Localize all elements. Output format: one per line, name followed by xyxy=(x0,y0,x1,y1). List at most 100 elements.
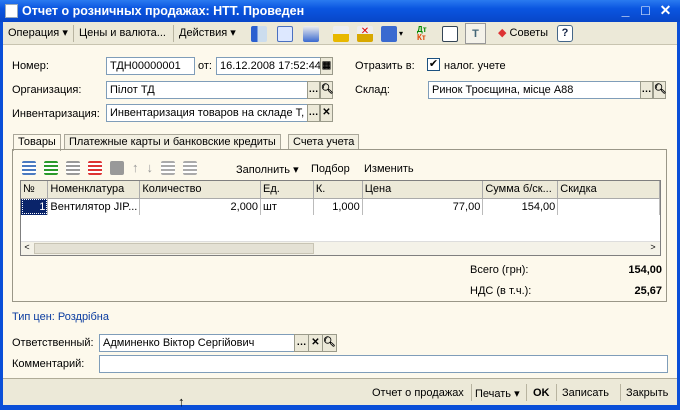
number-field[interactable]: ТДН00000001 xyxy=(106,57,195,75)
table-cell[interactable]: 1 xyxy=(21,198,49,215)
column-header[interactable]: Скидка xyxy=(557,181,660,199)
fill-label: Заполнить xyxy=(236,164,291,176)
column-header[interactable]: К. xyxy=(313,181,363,199)
edit-row-icon[interactable] xyxy=(66,161,80,175)
copy-row-icon[interactable] xyxy=(44,161,58,175)
scroll-right-button[interactable]: > xyxy=(647,242,659,255)
journal-icon[interactable] xyxy=(442,26,458,42)
prices-button[interactable]: Цены и валюта... xyxy=(76,25,169,42)
organization-search-icon[interactable]: 🔍︎ xyxy=(320,81,334,99)
table-cell[interactable]: 2,000 xyxy=(139,198,262,215)
operation-label: Операция xyxy=(8,27,60,39)
table-cell[interactable]: 1,000 xyxy=(313,198,363,215)
advice-label: Советы xyxy=(509,27,549,39)
organization-select-button[interactable]: … xyxy=(307,81,320,99)
selection-button[interactable]: Подбор xyxy=(311,163,350,175)
dt-kt-icon[interactable]: Дт Кт xyxy=(417,26,427,42)
print-menu[interactable]: Печать ▾ xyxy=(475,387,520,400)
mouse-cursor-icon: ↑ xyxy=(178,394,185,409)
responsible-search-icon[interactable]: 🔍︎ xyxy=(322,334,337,352)
table-cell[interactable]: 77,00 xyxy=(362,198,484,215)
column-header[interactable]: Номенклатура xyxy=(47,181,141,199)
responsible-field[interactable]: Админенко Віктор Сергійович xyxy=(99,334,295,352)
structure-icon[interactable]: T xyxy=(465,23,486,44)
delete-row-icon[interactable] xyxy=(88,161,102,175)
scroll-left-button[interactable]: < xyxy=(21,242,33,255)
tab-payment-cards[interactable]: Платежные карты и банковские кредиты xyxy=(64,134,281,150)
inventory-select-button[interactable]: … xyxy=(307,104,320,122)
dropdown-icon[interactable]: ▾ xyxy=(399,29,403,38)
column-header[interactable]: № xyxy=(21,181,49,199)
calendar-button[interactable]: ▦ xyxy=(320,57,333,75)
responsible-select-button[interactable]: … xyxy=(294,334,309,352)
warehouse-label: Склад: xyxy=(355,84,390,96)
advice-icon: ◆ xyxy=(498,27,507,39)
tab-accounts[interactable]: Счета учета xyxy=(288,134,360,150)
table-cell[interactable] xyxy=(557,198,660,215)
bottom-bar: Отчет о продажах Печать ▾ OK Записать За… xyxy=(3,378,677,405)
save-button[interactable]: Записать xyxy=(562,387,609,399)
separator xyxy=(526,384,527,401)
horizontal-scrollbar[interactable]: < > xyxy=(21,241,660,255)
organization-label: Организация: xyxy=(12,84,82,96)
table-cell[interactable]: шт xyxy=(260,198,314,215)
column-header[interactable]: Цена xyxy=(362,181,484,199)
close-window-button[interactable]: ✕ xyxy=(657,3,674,19)
warehouse-field[interactable]: Ринок Троєщина, місце А88 xyxy=(428,81,641,99)
actions-label: Действия xyxy=(179,27,228,39)
warehouse-search-icon[interactable]: 🔍︎ xyxy=(653,81,667,99)
refresh-icon[interactable] xyxy=(277,26,293,42)
column-header[interactable]: Ед. xyxy=(260,181,314,199)
save-icon[interactable] xyxy=(333,26,349,42)
comment-label: Комментарий: xyxy=(12,358,85,370)
main-toolbar: Операция ▾ Цены и валюта... Действия ▾ ✕… xyxy=(3,22,677,45)
tax-accounting-checkbox[interactable]: ✔ xyxy=(427,58,440,71)
inventory-clear-icon[interactable]: ✕ xyxy=(320,104,333,122)
separator xyxy=(556,384,557,401)
table-toolbar-icons: ↑ ↓ xyxy=(22,161,197,175)
sort-desc-icon[interactable] xyxy=(183,161,197,175)
based-on-icon[interactable] xyxy=(381,26,397,42)
separator xyxy=(73,25,74,42)
separator xyxy=(620,384,621,401)
add-row-icon[interactable] xyxy=(22,161,36,175)
sort-asc-icon[interactable] xyxy=(161,161,175,175)
inventory-field[interactable]: Инвентаризация товаров на складе Т, xyxy=(106,104,308,122)
scrollbar-thumb[interactable] xyxy=(34,243,314,254)
price-type-link[interactable]: Тип цен: Роздрібна xyxy=(12,311,109,323)
inventory-label: Инвентаризация: xyxy=(12,108,100,120)
ok-button[interactable]: OK xyxy=(533,387,550,399)
move-down-icon[interactable]: ↓ xyxy=(147,161,154,175)
unpost-icon[interactable]: ✕ xyxy=(357,26,373,42)
table-row[interactable]: 1 Вентилятор JIP... 2,000 шт 1,000 77,00 154,0… xyxy=(21,198,660,215)
post-icon[interactable] xyxy=(251,26,267,42)
column-header[interactable]: Сумма б/ск... xyxy=(482,181,559,199)
help-button[interactable]: ? xyxy=(557,25,573,42)
responsible-clear-icon[interactable]: ✕ xyxy=(308,334,323,352)
comment-field[interactable] xyxy=(99,355,668,373)
sales-report-button[interactable]: Отчет о продажах xyxy=(372,387,464,399)
table-cell[interactable]: Вентилятор JIP... xyxy=(47,198,141,215)
column-header[interactable]: Количество xyxy=(139,181,262,199)
operation-menu[interactable]: Операция ▾ xyxy=(5,25,71,42)
number-label: Номер: xyxy=(12,60,49,72)
date-field[interactable]: 16.12.2008 17:52:44 xyxy=(216,57,321,75)
copy-icon[interactable] xyxy=(303,26,319,42)
advice-button[interactable]: ◆ Советы xyxy=(495,25,551,42)
warehouse-select-button[interactable]: … xyxy=(640,81,653,99)
fill-menu[interactable]: Заполнить ▾ xyxy=(236,163,299,176)
vat-value: 25,67 xyxy=(634,285,662,297)
move-up-icon[interactable]: ↑ xyxy=(132,161,139,175)
maximize-button[interactable]: □ xyxy=(637,3,654,19)
close-button[interactable]: Закрыть xyxy=(626,387,668,399)
organization-field[interactable]: Пілот ТД xyxy=(106,81,308,99)
separator xyxy=(173,25,174,42)
minimize-button[interactable]: _ xyxy=(617,3,634,19)
reflect-label: Отразить в: xyxy=(355,60,415,72)
print-label: Печать xyxy=(475,388,512,400)
actions-menu[interactable]: Действия ▾ xyxy=(176,25,239,42)
end-edit-icon[interactable] xyxy=(110,161,124,175)
change-button[interactable]: Изменить xyxy=(364,163,414,175)
window-title: Отчет о розничных продажах: НТТ. Проведе… xyxy=(22,4,305,18)
table-cell[interactable]: 154,00 xyxy=(482,198,559,215)
